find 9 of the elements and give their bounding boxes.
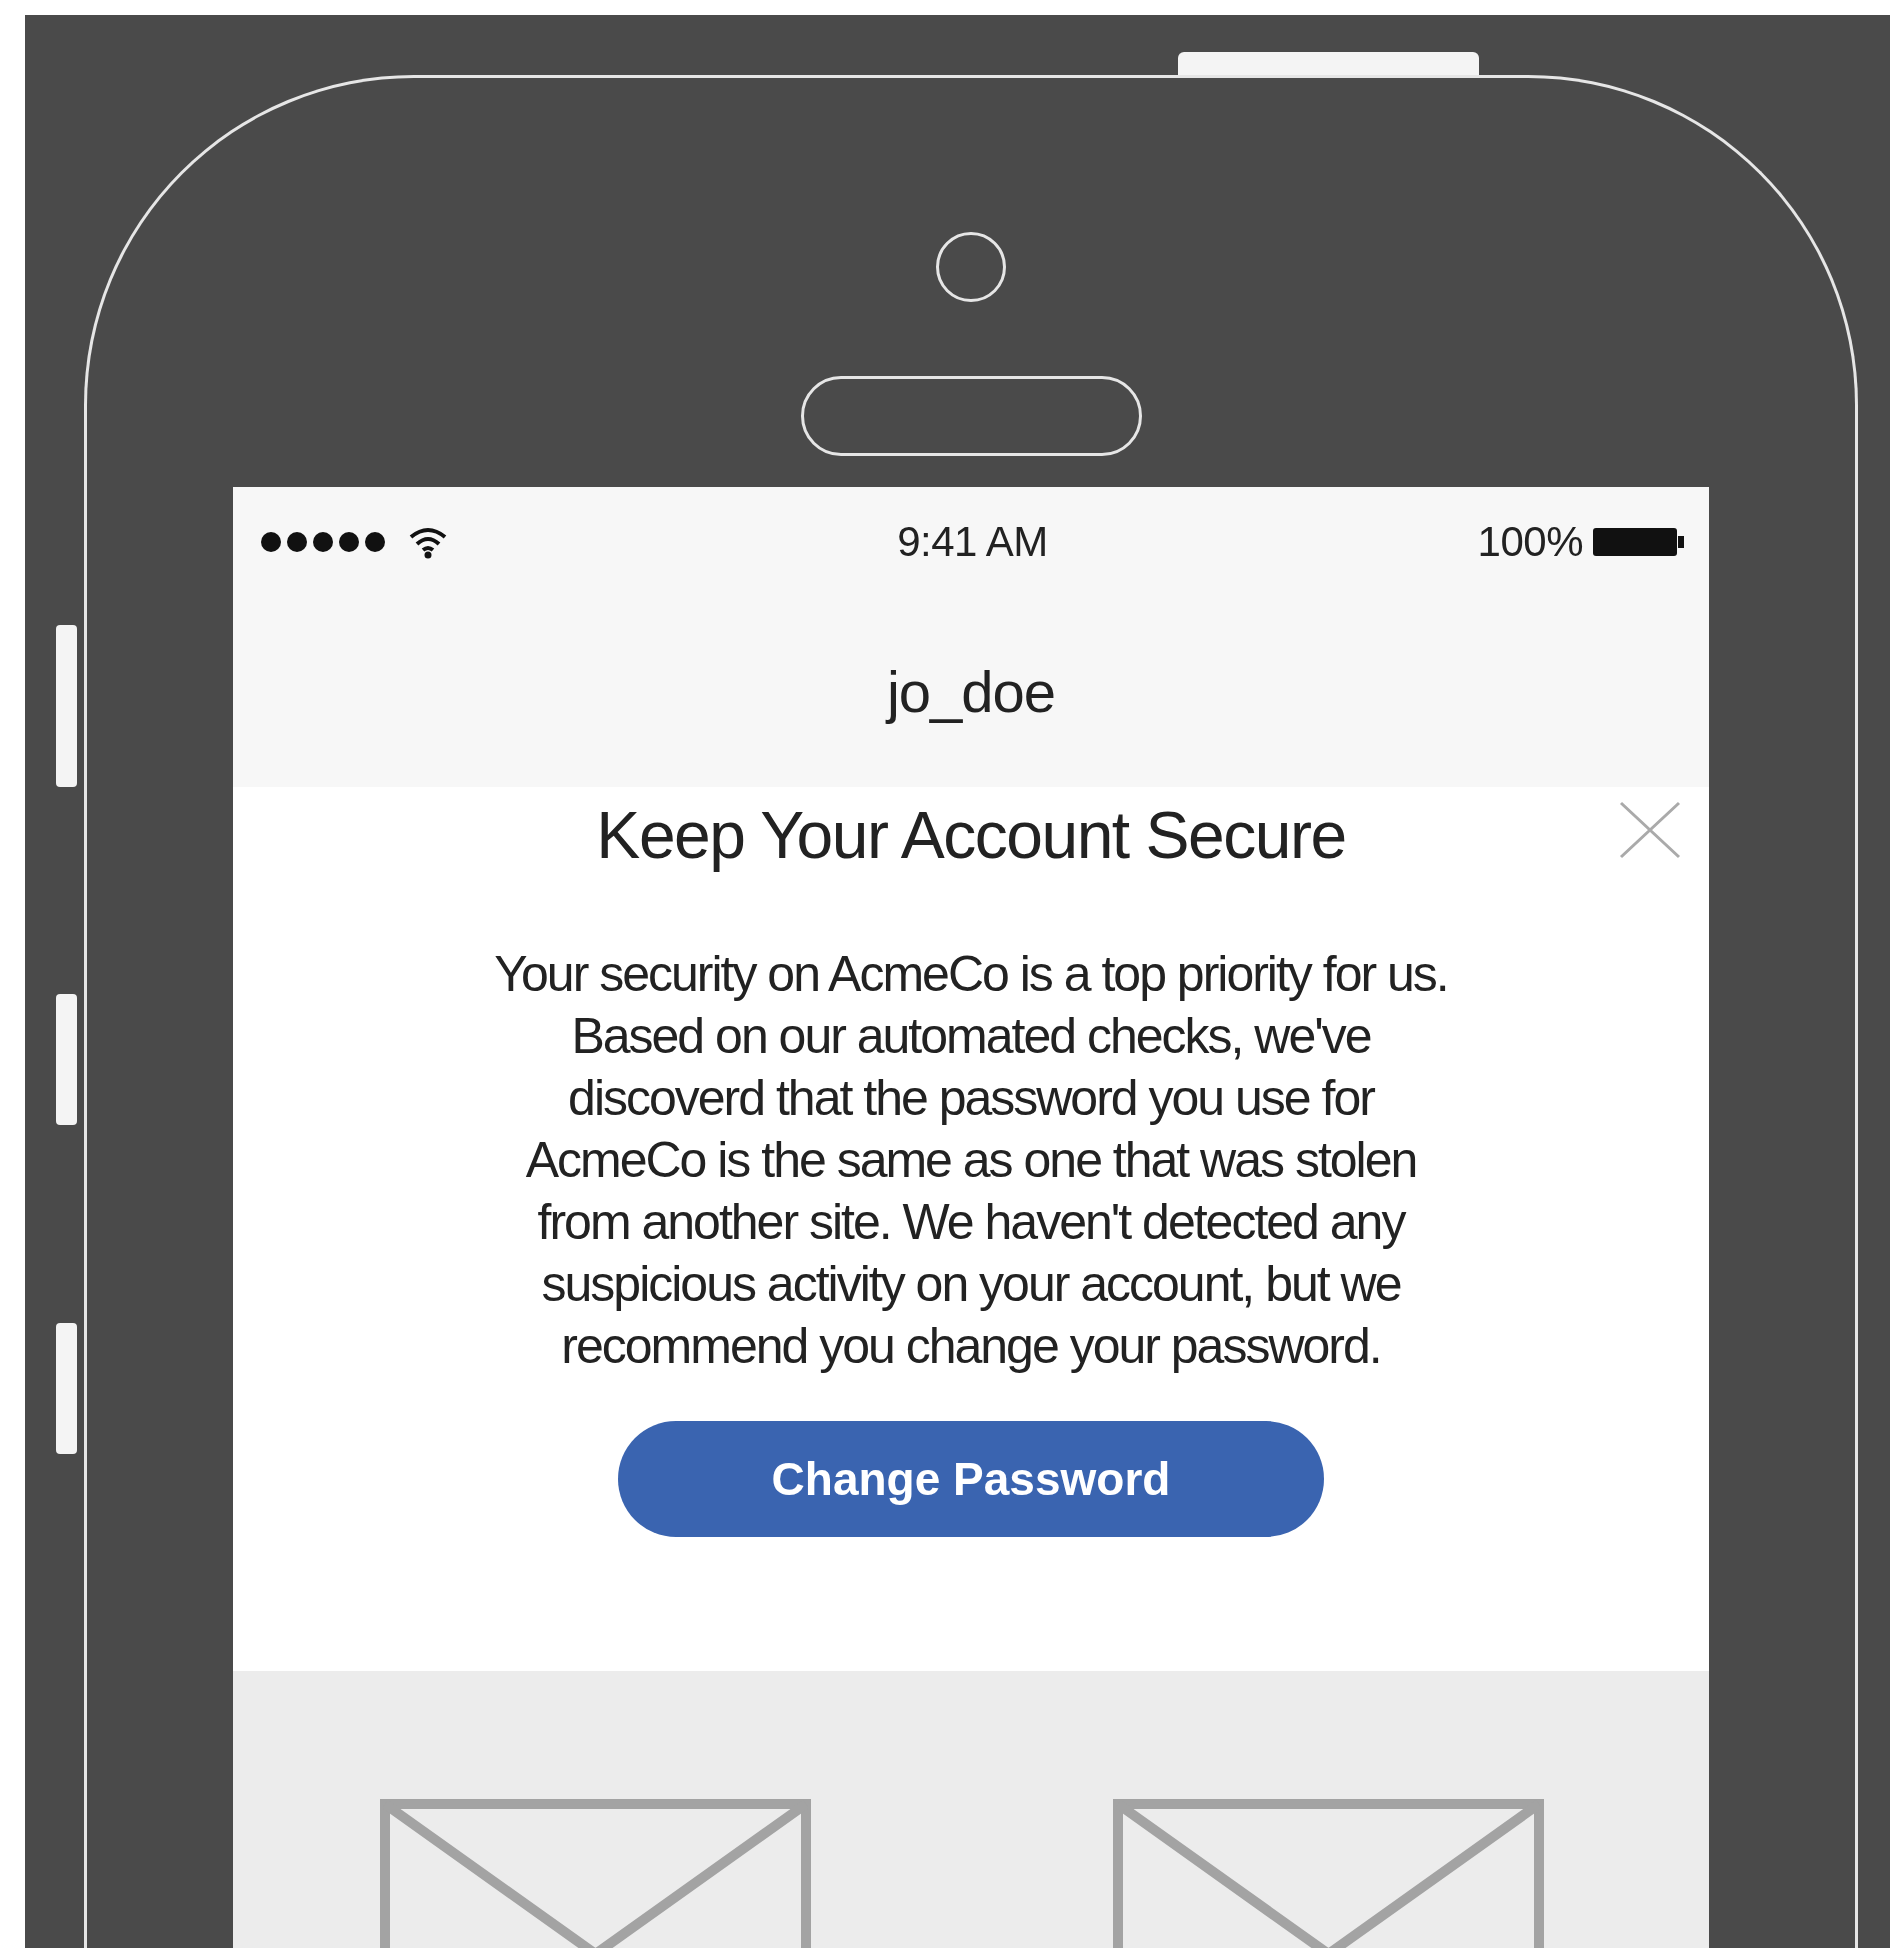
status-time: 9:41 AM — [897, 517, 1048, 566]
battery-icon — [1593, 525, 1685, 558]
nav-title: jo_doe — [886, 658, 1056, 725]
camera-icon — [936, 232, 1006, 302]
change-password-button[interactable]: Change Password — [618, 1421, 1324, 1537]
speaker-icon — [800, 376, 1142, 456]
battery-percentage: 100% — [1477, 517, 1583, 566]
alert-title: Keep Your Account Secure — [596, 797, 1346, 873]
alert-message: Your security on AcmeCo is a top priority for us. Based on our automated checks, we've discoverd that the password you use for AcmeCo is the same as one that was stolen from another site. We haven't detected any suspicious activity on your account, but we recommend you change your password. — [493, 945, 1449, 1376]
